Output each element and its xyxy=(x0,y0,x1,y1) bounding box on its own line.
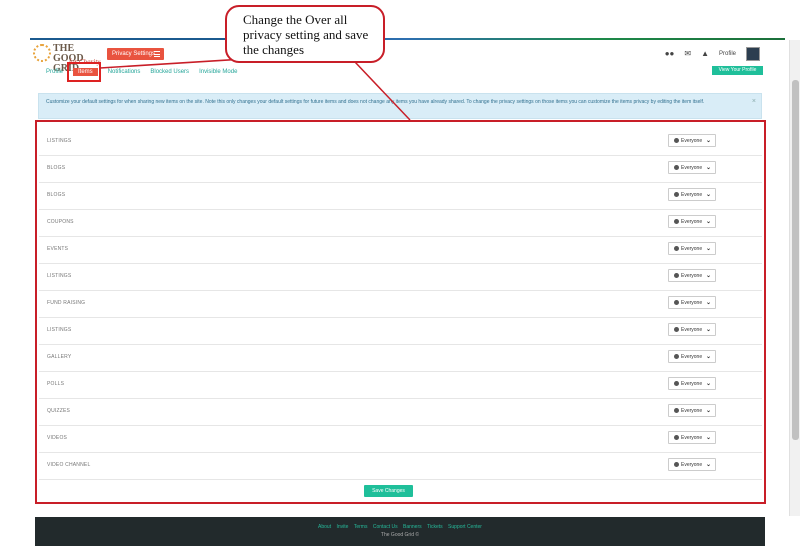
callout-pointers xyxy=(99,57,411,121)
callout-pointer-panel xyxy=(354,61,411,121)
callout-text: Change the Over all privacy setting and … xyxy=(243,12,369,57)
page: THE GOOD GRID for Charity Privacy Settin… xyxy=(0,0,800,546)
